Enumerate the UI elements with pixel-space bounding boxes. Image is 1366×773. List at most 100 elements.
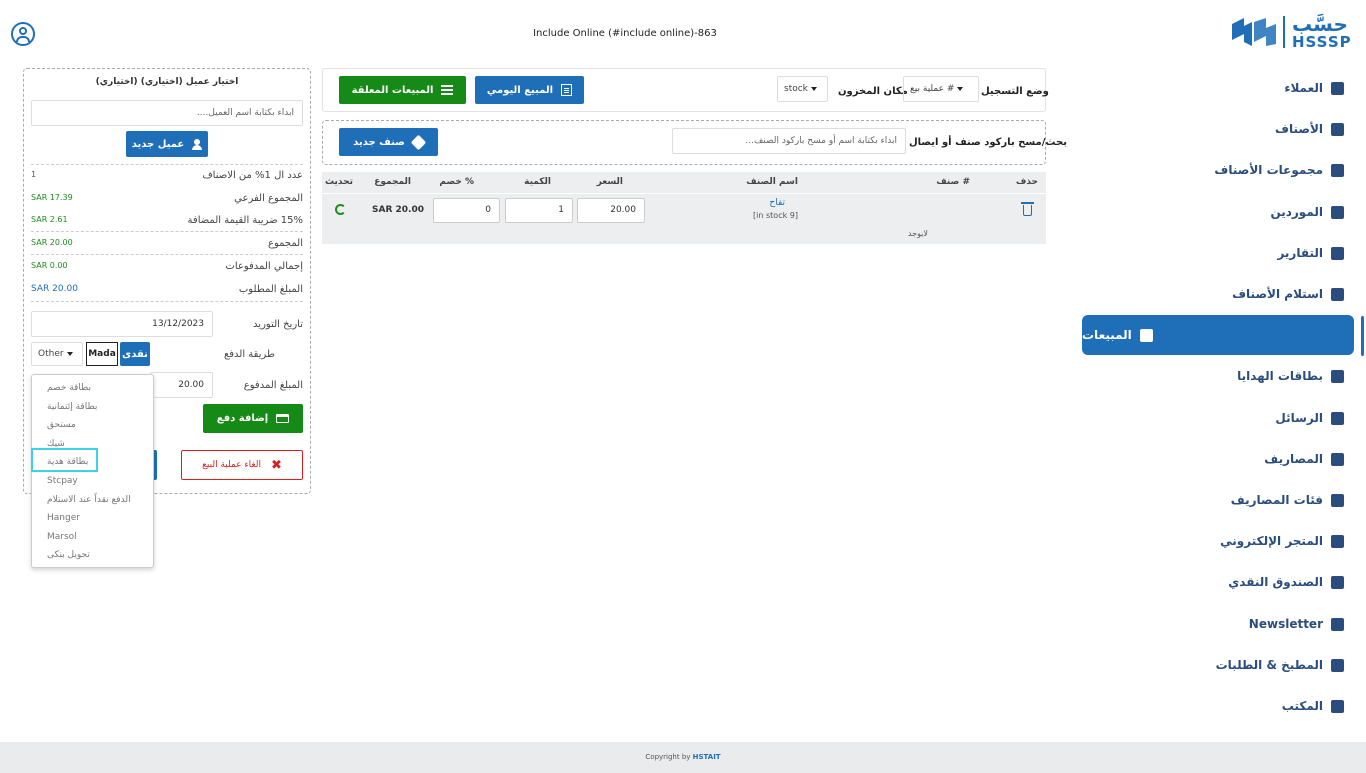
logo[interactable]: حسَّب HSSSP: [1230, 12, 1358, 51]
dropdown-option[interactable]: Marsol: [47, 532, 77, 542]
customer-title: اختيار عميل (اختياري) (اختياري): [95, 77, 239, 87]
logo-english-text: HSSSP: [1292, 33, 1352, 51]
dropdown-option[interactable]: الدفع نقداً عند الاستلام: [47, 495, 131, 505]
delivery-date-label: تاريخ التوريد: [253, 319, 303, 330]
delete-icon[interactable]: [1021, 202, 1034, 216]
warehouse-value: stock: [784, 84, 808, 94]
add-payment-label: إضافة دفع: [216, 413, 269, 424]
user-add-icon: [192, 138, 203, 150]
sidebar-item[interactable]: المبيعات: [1082, 315, 1354, 355]
discount-input[interactable]: 0: [433, 198, 500, 223]
new-item-button[interactable]: صنف جديد: [339, 128, 438, 156]
amount-input[interactable]: 20.00: [150, 372, 213, 398]
divider: [31, 301, 303, 302]
copyright-prefix: Copyright by: [645, 753, 691, 761]
chevron-down-icon: [957, 87, 964, 91]
subtotal-value: SAR 17.39: [31, 193, 73, 202]
dropdown-option[interactable]: تحويل بنكى: [47, 550, 90, 560]
sidebar-item[interactable]: العملاء: [1284, 68, 1344, 108]
sidebar-item[interactable]: المصاريف: [1264, 439, 1344, 479]
message-icon: [1331, 411, 1344, 425]
cancel-sale-button[interactable]: الغاء عملية البيع ✖: [181, 450, 303, 480]
item-search-input[interactable]: ابداء بكتابة اسم أو مسح باركود الصنف...: [672, 128, 906, 154]
sidebar-item-label: الرسائل: [1275, 411, 1323, 425]
receive-icon: [1331, 287, 1344, 301]
sidebar-item[interactable]: المتجر الإلكتروني: [1220, 521, 1344, 561]
warehouse-select[interactable]: stock: [777, 76, 828, 102]
customer-search-input[interactable]: ابداء بكتابة اسم العميل....: [31, 100, 303, 126]
sidebar-item[interactable]: الأصناف: [1275, 109, 1344, 149]
sidebar-item[interactable]: الموردين: [1270, 192, 1344, 232]
item-note: لايوجد: [907, 229, 928, 238]
sidebar-item[interactable]: استلام الأصناف: [1232, 274, 1344, 314]
sidebar-item[interactable]: بطاقات الهدايا: [1237, 356, 1344, 396]
new-customer-button[interactable]: عميل جديد: [126, 131, 208, 157]
dropdown-option[interactable]: Hanger: [47, 513, 80, 523]
quantity-input[interactable]: 1: [505, 198, 573, 223]
divider: [31, 254, 303, 255]
cancel-sale-label: الغاء عملية البيع: [202, 460, 261, 470]
logo-mark-icon: [1232, 18, 1276, 46]
register-mode-label: وضع التسجيل: [981, 86, 1049, 97]
vat-label: 15% ضريبة القيمة المضافة: [187, 215, 303, 226]
sidebar-item[interactable]: Newsletter: [1249, 604, 1344, 644]
newsletter-icon: [1331, 617, 1344, 631]
col-item-no: صنف #: [936, 177, 970, 187]
close-icon: ✖: [270, 457, 282, 473]
items-count-value: 1: [31, 170, 37, 179]
add-payment-button[interactable]: إضافة دفع: [203, 404, 303, 433]
chevron-down-icon: [810, 87, 817, 91]
copyright-text: Copyright by HSTAIT: [0, 753, 1366, 761]
chevron-down-icon: [66, 352, 73, 356]
sidebar-item-label: بطاقات الهدايا: [1237, 369, 1323, 383]
sidebar-item[interactable]: المكتب: [1282, 686, 1344, 726]
col-delete: حذف: [1015, 177, 1038, 187]
other-payment-value: Other: [38, 349, 64, 359]
sidebar-item[interactable]: التقارير: [1277, 233, 1344, 273]
warehouse-label: مكان المخزون: [838, 86, 908, 97]
register-mode-select[interactable]: عملية بيع #: [903, 76, 979, 102]
payment-method-label: طريقة الدفع: [223, 349, 275, 360]
sidebar-item-label: الموردين: [1270, 205, 1323, 219]
mada-button[interactable]: Mada: [86, 342, 118, 366]
footer: Copyright by HSTAIT: [0, 742, 1366, 773]
store-icon: [1331, 534, 1344, 548]
suspended-sales-button[interactable]: المبيعات المعلقة: [339, 76, 466, 104]
dropdown-option[interactable]: بطاقة إئتمانية: [47, 402, 97, 412]
box-icon: [1331, 122, 1344, 136]
sidebar-item[interactable]: الرسائل: [1275, 398, 1344, 438]
cash-box-icon: [1331, 575, 1344, 589]
divider: [31, 164, 303, 165]
sidebar-item-label: الصندوق النقدي: [1228, 575, 1323, 589]
sidebar-item-label: مجموعات الأصناف: [1214, 163, 1323, 177]
payments-value: SAR 0.00: [31, 261, 68, 270]
users-icon: [1331, 81, 1344, 95]
sidebar-item-label: المطبخ & الطلبات: [1215, 658, 1323, 672]
sidebar-item[interactable]: الصندوق النقدي: [1228, 562, 1344, 602]
copyright-brand-link[interactable]: HSTAIT: [693, 753, 721, 761]
dropdown-option[interactable]: بطاقة خصم: [47, 383, 91, 393]
item-name-link[interactable]: تفاح: [769, 198, 785, 208]
due-value: SAR 20.00: [31, 284, 78, 294]
sidebar-scroll-indicator: [1361, 316, 1364, 356]
daily-sales-button[interactable]: المبيع اليومي: [475, 76, 584, 104]
dropdown-option[interactable]: Stcpay: [47, 476, 78, 486]
cash-button[interactable]: نقدى: [120, 342, 150, 366]
delivery-date-input[interactable]: 13/12/2023: [31, 311, 213, 337]
other-payment-select[interactable]: Other: [31, 342, 83, 366]
sidebar-item-label: العملاء: [1284, 81, 1323, 95]
price-input[interactable]: 20.00: [577, 198, 645, 223]
store-title: Include Online (#include online)-863: [533, 28, 717, 39]
col-discount: خصم %: [439, 177, 474, 187]
sidebar-item[interactable]: مجموعات الأصناف: [1214, 150, 1344, 190]
sidebar-item-label: التقارير: [1277, 246, 1323, 260]
divider: [31, 231, 303, 232]
sidebar-item[interactable]: المطبخ & الطلبات: [1216, 645, 1344, 685]
sidebar-item-label: استلام الأصناف: [1232, 287, 1323, 301]
sidebar-item[interactable]: فئات المصاريف: [1231, 480, 1344, 520]
user-profile-icon[interactable]: [11, 22, 35, 46]
new-item-label: صنف جديد: [353, 136, 405, 148]
refresh-icon[interactable]: [335, 204, 346, 215]
dropdown-option[interactable]: مستحق: [47, 420, 76, 430]
sidebar-item-label: فئات المصاريف: [1230, 493, 1323, 507]
